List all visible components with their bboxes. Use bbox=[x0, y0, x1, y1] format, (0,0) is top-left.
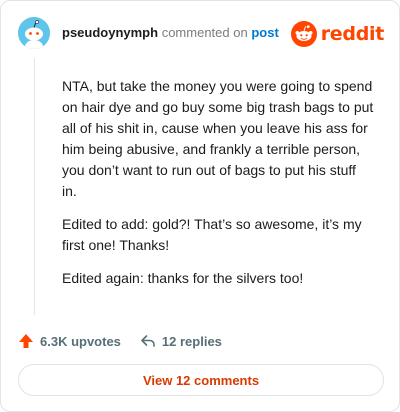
reply-arrow-icon bbox=[141, 335, 155, 347]
comment-paragraph: NTA, but take the money you were going t… bbox=[62, 78, 374, 199]
comment-actions: 6.3K upvotes 12 replies bbox=[18, 331, 222, 351]
thread-line[interactable] bbox=[34, 58, 35, 315]
comment-byline: pseudoynymph commented on post bbox=[62, 25, 279, 40]
comment-header: pseudoynymph commented on post reddit bbox=[18, 17, 384, 51]
reddit-logo[interactable]: reddit bbox=[290, 20, 385, 48]
comment-paragraph: Edited again: thanks for the silvers too… bbox=[62, 270, 304, 286]
upvote-button[interactable]: 6.3K upvotes bbox=[18, 333, 121, 349]
upvote-count: 6.3K upvotes bbox=[40, 333, 121, 349]
comment-card: pseudoynymph commented on post reddit NT… bbox=[0, 0, 400, 412]
replies-button[interactable]: 12 replies bbox=[140, 333, 222, 349]
snoo-avatar-icon bbox=[18, 17, 50, 49]
reply-count: 12 replies bbox=[161, 333, 222, 349]
avatar[interactable] bbox=[18, 17, 50, 49]
username[interactable]: pseudoynymph bbox=[62, 25, 158, 40]
reddit-alien-icon bbox=[290, 21, 317, 47]
commented-on-text: commented on bbox=[161, 25, 248, 40]
comment-paragraph: Edited to add: gold?! That’s so awesome,… bbox=[62, 216, 362, 253]
post-link[interactable]: post bbox=[251, 25, 278, 40]
view-comments-button[interactable]: View 12 comments bbox=[18, 364, 384, 396]
comment-body: NTA, but take the money you were going t… bbox=[62, 76, 374, 301]
upvote-arrow-icon bbox=[19, 334, 33, 348]
reddit-wordmark: reddit bbox=[320, 23, 385, 45]
